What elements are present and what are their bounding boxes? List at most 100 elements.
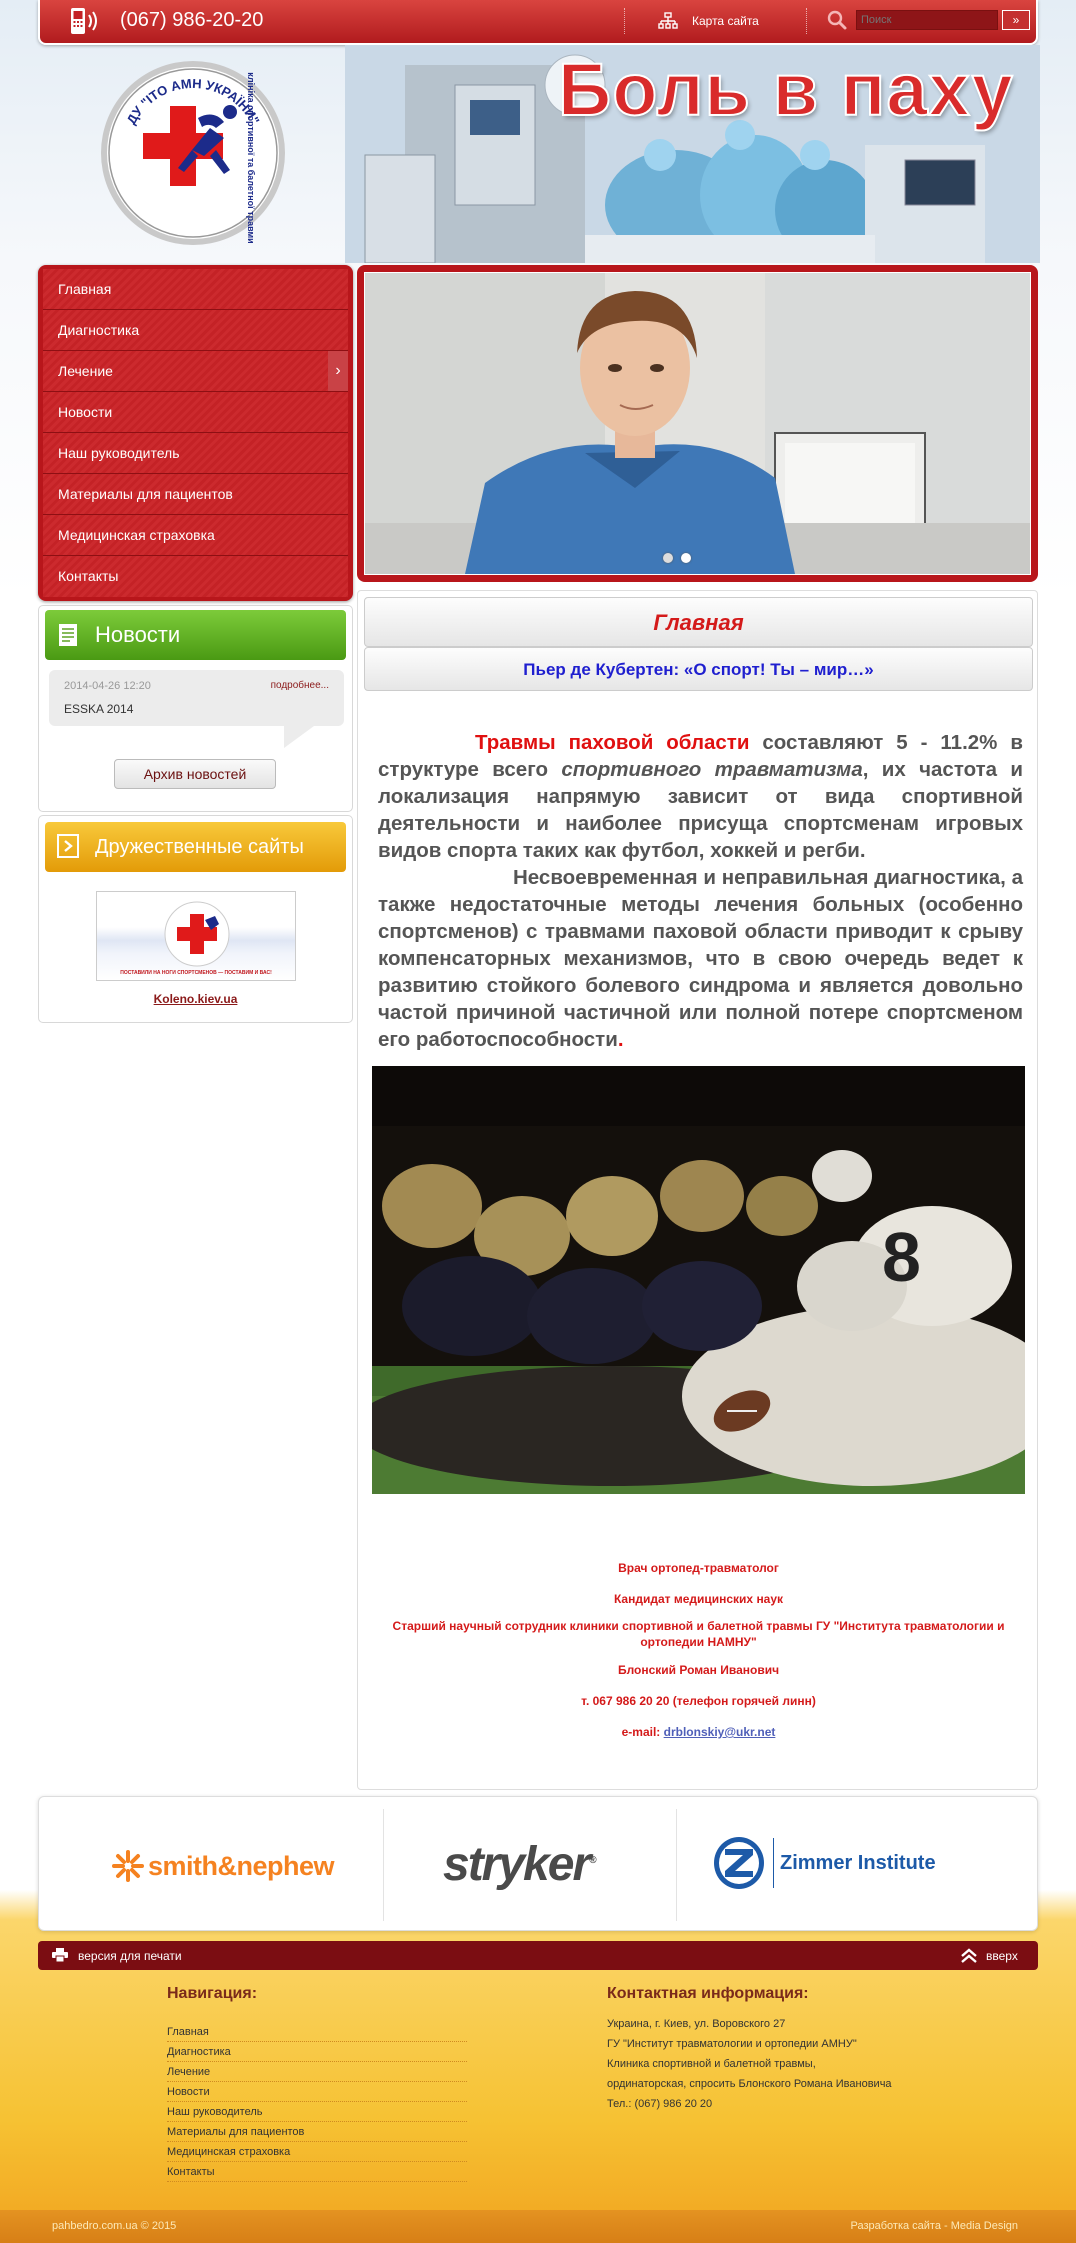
zimmer-logo-icon [714, 1837, 764, 1889]
menu-item-label: Наш руководитель [58, 445, 180, 461]
news-more-link[interactable]: подробнее... [271, 680, 329, 691]
partner-name: Zimmer Institute [780, 1851, 936, 1874]
menu-item-label: Лечение [58, 363, 113, 379]
news-header-label: Новости [95, 622, 181, 647]
svg-text:клініка спортивної та балетної: клініка спортивної та балетної травми [246, 72, 256, 243]
partner-name: stryker [443, 1838, 591, 1891]
divider [676, 1809, 677, 1921]
bottom-bar: pahbedro.com.ua © 2015 Разработка сайта … [0, 2210, 1076, 2243]
menu-item[interactable]: Лечение › [43, 351, 348, 392]
smith-nephew-logo-icon [112, 1850, 144, 1882]
main-menu: Главная Диагностика Лечение › Новости Наш рук… [38, 265, 353, 601]
clinic-logo[interactable]: ДУ "ІТО АМН УКРАЇНИ" клініка спортивної … [98, 58, 288, 248]
contact-email-line: e-mail: drblonskiy@ukr.net [358, 1725, 1039, 1739]
search-input[interactable] [856, 10, 998, 30]
menu-item[interactable]: Главная [43, 269, 348, 310]
footer-nav-link[interactable]: Диагностика [167, 2042, 467, 2062]
printer-icon[interactable] [52, 1948, 68, 1962]
italic-text: спортивного травматизма [561, 758, 863, 781]
footer-contact-line: Клиника спортивной и балетной травмы, [607, 2058, 816, 2070]
divider [624, 8, 625, 34]
sitemap-link[interactable]: Карта сайта [692, 14, 759, 28]
footer-nav-link[interactable]: Главная [167, 2022, 467, 2042]
partner-smith-nephew[interactable]: smith&nephew [111, 1849, 335, 1883]
hero-title: Боль в паху [557, 47, 1014, 132]
footer-nav-link[interactable]: Медицинская страховка [167, 2142, 467, 2162]
doctor-contact: Врач ортопед-травматолог Кандидат медици… [358, 1561, 1039, 1739]
chevron-right-icon[interactable]: › [328, 351, 348, 391]
email-label: e-mail: [621, 1725, 664, 1739]
footer-contact-line: ГУ "Институт травматологии и ортопедии А… [607, 2038, 857, 2050]
phone-icon [71, 8, 97, 34]
menu-item-label: Новости [58, 404, 113, 420]
article-text: Травмы паховой области составляют 5 - 11… [378, 729, 1023, 1053]
developer-credit[interactable]: Разработка сайта - Media Design [850, 2220, 1018, 2232]
bubble-tail [284, 726, 314, 748]
slider-dot-active[interactable] [681, 553, 691, 563]
partner-stryker[interactable]: stryker® [443, 1837, 597, 1892]
menu-item-label: Диагностика [58, 322, 140, 338]
partner-zimmer[interactable]: Zimmer Institute [711, 1835, 936, 1891]
text: Несвоевременная и неправильная диагности… [378, 866, 1023, 1051]
search-button[interactable]: » [1002, 10, 1030, 30]
slider-image [364, 272, 1031, 575]
copyright: pahbedro.com.ua © 2015 [52, 2220, 177, 2232]
menu-item-label: Материалы для пациентов [58, 486, 233, 502]
footer-contact-line: Тел.: (067) 986 20 20 [607, 2098, 713, 2110]
arrow-box-icon [57, 834, 79, 858]
menu-item[interactable]: Новости [43, 392, 348, 433]
footer-contact-line: ординаторская, спросить Блонского Романа… [607, 2078, 892, 2090]
print-version-link[interactable]: версия для печати [78, 1949, 182, 1963]
banner-caption: ПОСТАВИЛИ НА НОГИ СПОРТСМЕНОВ — ПОСТАВИМ… [120, 970, 272, 976]
news-archive-button[interactable]: Архив новостей [114, 759, 276, 789]
text: . [617, 1028, 624, 1051]
news-title[interactable]: ESSKA 2014 [64, 702, 133, 716]
top-bar: (067) 986-20-20 Карта сайта » [38, 0, 1038, 45]
svg-text:8: 8 [882, 1218, 921, 1296]
menu-item[interactable]: Материалы для пациентов [43, 474, 348, 515]
footer-nav-link[interactable]: Новости [167, 2082, 467, 2102]
double-chevron-up-icon[interactable] [960, 1947, 978, 1963]
footer-nav-link[interactable]: Наш руководитель [167, 2102, 467, 2122]
quote-bar: Пьер де Кубертен: «О спорт! Ты – мир…» [364, 647, 1033, 691]
menu-item[interactable]: Диагностика [43, 310, 348, 351]
footer-contact-line: Украина, г. Киев, ул. Воровского 27 [607, 2018, 786, 2030]
menu-item[interactable]: Медицинская страховка [43, 515, 348, 556]
page-title: Главная [364, 597, 1033, 647]
document-icon [59, 624, 77, 646]
doctor-photo [365, 273, 1030, 574]
email-link[interactable]: drblonskiy@ukr.net [664, 1725, 776, 1739]
news-item: 2014-04-26 12:20 подробнее... ESSKA 2014 [49, 670, 344, 726]
footer-nav: Главная Диагностика Лечение Новости Наш руко… [167, 2022, 467, 2182]
hero-banner: Боль в паху [345, 45, 1040, 263]
paragraph-2: Несвоевременная и неправильная диагности… [378, 864, 1023, 1053]
football-photo: 8 [372, 1066, 1025, 1494]
friendly-sites-widget: Дружественные сайты ПОСТАВИЛИ НА НОГИ СП… [38, 815, 353, 1023]
menu-item[interactable]: Контакты [43, 556, 348, 597]
footer-nav-link[interactable]: Материалы для пациентов [167, 2122, 467, 2142]
menu-item[interactable]: Наш руководитель [43, 433, 348, 474]
news-header: Новости [45, 610, 346, 660]
footer-nav-link[interactable]: Контакты [167, 2162, 467, 2182]
header-phone: (067) 986-20-20 [120, 9, 264, 31]
image-slider [357, 265, 1038, 582]
partners-bar: smith&nephew stryker® Zimmer Institute [38, 1796, 1038, 1931]
koleno-logo [164, 901, 230, 967]
koleno-banner[interactable]: ПОСТАВИЛИ НА НОГИ СПОРТСМЕНОВ — ПОСТАВИМ… [96, 891, 296, 981]
footer-contact-heading: Контактная информация: [607, 1985, 809, 2002]
divider [806, 8, 807, 34]
news-date: 2014-04-26 12:20 [64, 680, 151, 692]
contact-line: Старший научный сотрудник клиники спорти… [392, 1619, 1005, 1649]
menu-item-label: Главная [58, 281, 112, 297]
contact-line: Врач ортопед-травматолог [618, 1561, 779, 1575]
main-content: Главная Пьер де Кубертен: «О спорт! Ты –… [357, 590, 1038, 1790]
search-icon [827, 10, 847, 30]
footer-nav-link[interactable]: Лечение [167, 2062, 467, 2082]
partner-name: smith&nephew [148, 1850, 335, 1881]
back-to-top-link[interactable]: вверх [986, 1949, 1018, 1963]
sitemap-icon[interactable] [658, 12, 678, 30]
menu-item-label: Контакты [58, 568, 119, 584]
koleno-link[interactable]: Koleno.kiev.ua [39, 992, 352, 1006]
footer-contact: Украина, г. Киев, ул. Воровского 27 ГУ "И… [607, 2014, 967, 2114]
slider-dot[interactable] [663, 553, 673, 563]
